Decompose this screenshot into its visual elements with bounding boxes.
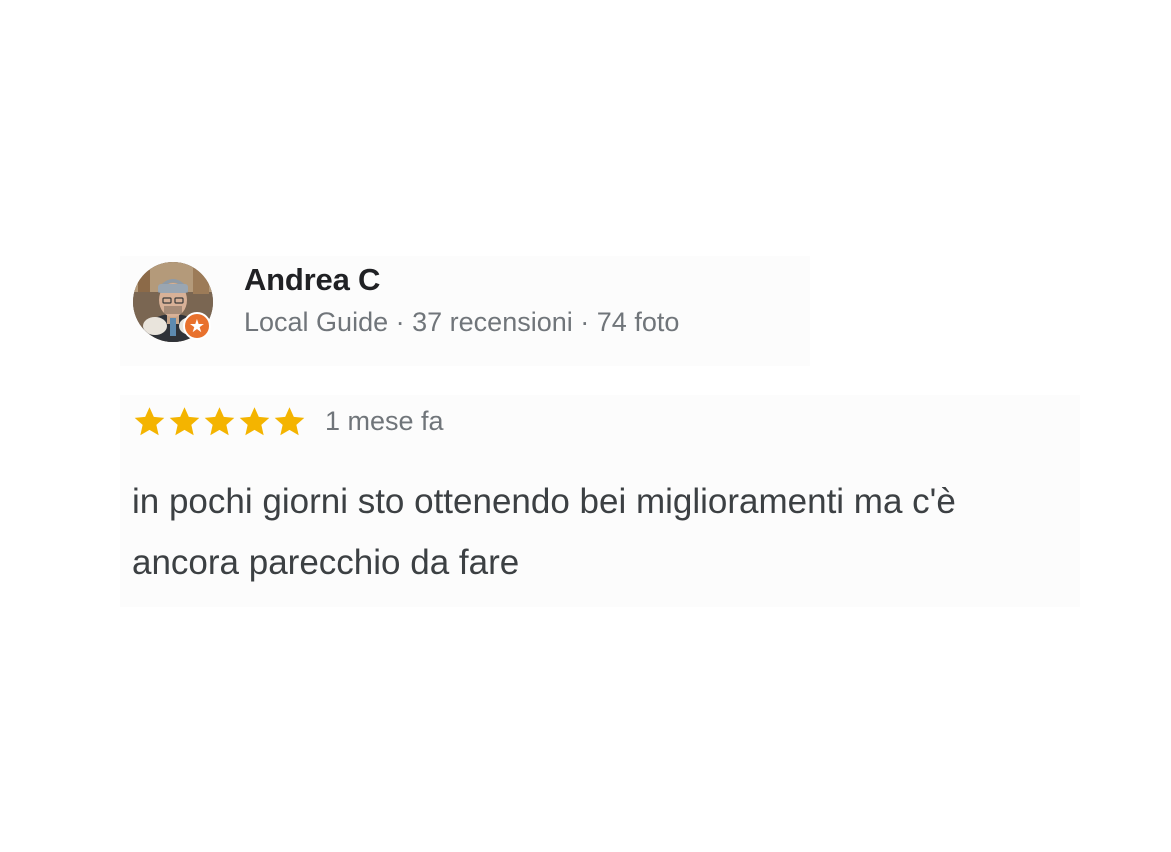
photos-count: 74 foto — [596, 307, 680, 337]
star-icon — [274, 406, 305, 435]
local-guide-label: Local Guide — [244, 307, 389, 337]
reviewer-meta: Local Guide · 37 recensioni · 74 foto — [244, 307, 679, 338]
review-card: 1 mese fa in pochi giorni sto ottenendo … — [120, 395, 1080, 607]
meta-separator: · — [580, 307, 590, 337]
reviewer-header: ★ Andrea C Local Guide · 37 recensioni ·… — [120, 256, 810, 366]
review-date: 1 mese fa — [325, 405, 444, 436]
star-icon — [169, 406, 200, 435]
star-icon: ★ — [188, 316, 206, 336]
review-text: in pochi giorni sto ottenendo bei miglio… — [132, 482, 956, 582]
star-icon — [239, 406, 270, 435]
local-guide-badge: ★ — [183, 312, 211, 340]
reviews-count: 37 recensioni — [412, 307, 573, 337]
star-rating — [132, 404, 307, 439]
rating-row: 1 mese fa — [132, 401, 444, 441]
reviewer-name[interactable]: Andrea C — [244, 262, 380, 298]
meta-separator: · — [395, 307, 405, 337]
star-icon — [134, 406, 165, 435]
star-icon — [204, 406, 235, 435]
